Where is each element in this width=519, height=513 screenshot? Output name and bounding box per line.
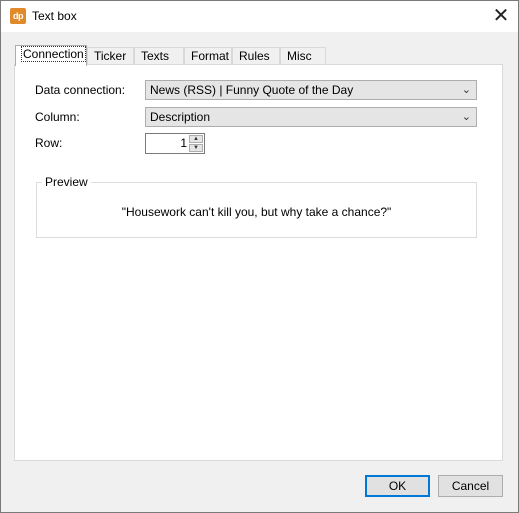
title-bar: dp Text box ✕ <box>1 1 518 32</box>
tab-misc[interactable]: Misc <box>280 47 326 65</box>
app-logo-icon: dp <box>10 8 26 24</box>
tab-rules[interactable]: Rules <box>232 47 280 65</box>
row-stepper-arrows: ▲ ▼ <box>189 135 203 152</box>
cancel-button[interactable]: Cancel <box>438 475 503 497</box>
row-stepper[interactable]: 1 ▲ ▼ <box>145 133 205 154</box>
column-label: Column: <box>35 110 80 124</box>
close-button[interactable]: ✕ <box>484 1 518 32</box>
column-select[interactable]: Description ⌄ <box>145 107 477 127</box>
preview-text: "Housework can't kill you, but why take … <box>121 205 392 219</box>
preview-legend: Preview <box>42 175 91 189</box>
data-connection-label: Data connection: <box>35 83 126 97</box>
chevron-down-icon: ⌄ <box>461 111 471 123</box>
close-icon: ✕ <box>492 5 510 27</box>
data-connection-select[interactable]: News (RSS) | Funny Quote of the Day ⌄ <box>145 80 477 100</box>
row-value: 1 <box>180 136 187 150</box>
row-label: Row: <box>35 136 63 150</box>
chevron-down-icon: ⌄ <box>461 84 471 96</box>
ok-button[interactable]: OK <box>365 475 430 497</box>
window-title: Text box <box>32 9 77 23</box>
column-value: Description <box>150 110 211 124</box>
tab-format[interactable]: Format <box>184 47 232 65</box>
preview-group: Preview "Housework can't kill you, but w… <box>36 175 477 238</box>
tab-ticker[interactable]: Ticker <box>87 47 134 65</box>
tab-texts[interactable]: Texts <box>134 47 184 65</box>
dialog-window: dp Text box ✕ Connection Ticker Texts Fo… <box>0 0 519 513</box>
spin-up-icon[interactable]: ▲ <box>189 135 203 143</box>
connection-panel: Data connection: News (RSS) | Funny Quot… <box>14 64 503 461</box>
data-connection-value: News (RSS) | Funny Quote of the Day <box>150 83 354 97</box>
tab-connection[interactable]: Connection <box>15 45 87 66</box>
spin-down-icon[interactable]: ▼ <box>189 144 203 152</box>
